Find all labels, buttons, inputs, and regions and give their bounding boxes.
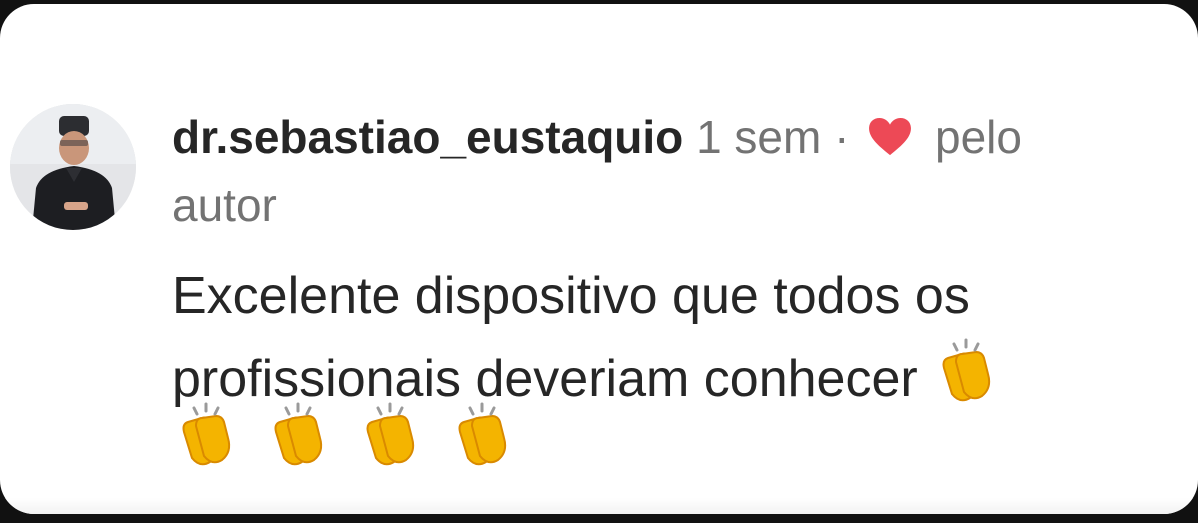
emoji-row	[172, 398, 540, 478]
avatar[interactable]	[10, 104, 136, 230]
username[interactable]: dr.sebastiao_eustaquio	[172, 111, 683, 163]
timestamp: 1 sem	[696, 111, 822, 163]
comment-text-line-1: Excelente dispositivo que todos os	[172, 267, 970, 325]
clapping-hands-icon	[182, 402, 231, 466]
heart-icon	[869, 117, 912, 156]
separator-dot: ·	[834, 111, 850, 163]
clapping-hands-icon	[942, 338, 991, 402]
clapping-hands-icon	[458, 402, 507, 466]
comment-card: dr.sebastiao_eustaquio 1 sem · pelo auto…	[0, 4, 1198, 514]
profile-photo	[10, 104, 136, 230]
clapping-hands-icon	[274, 402, 323, 466]
clapping-hands-icon	[366, 402, 415, 466]
comment-header: dr.sebastiao_eustaquio 1 sem · pelo	[172, 108, 1192, 166]
screenshot-frame: dr.sebastiao_eustaquio 1 sem · pelo auto…	[0, 0, 1198, 523]
comment-text: Excelente dispositivo que todos os profi…	[172, 258, 1198, 417]
liked-by-author-label: pelo	[935, 111, 1022, 163]
liked-by-author-label-continued: autor	[172, 179, 277, 231]
next-comment-edge	[0, 498, 1198, 514]
